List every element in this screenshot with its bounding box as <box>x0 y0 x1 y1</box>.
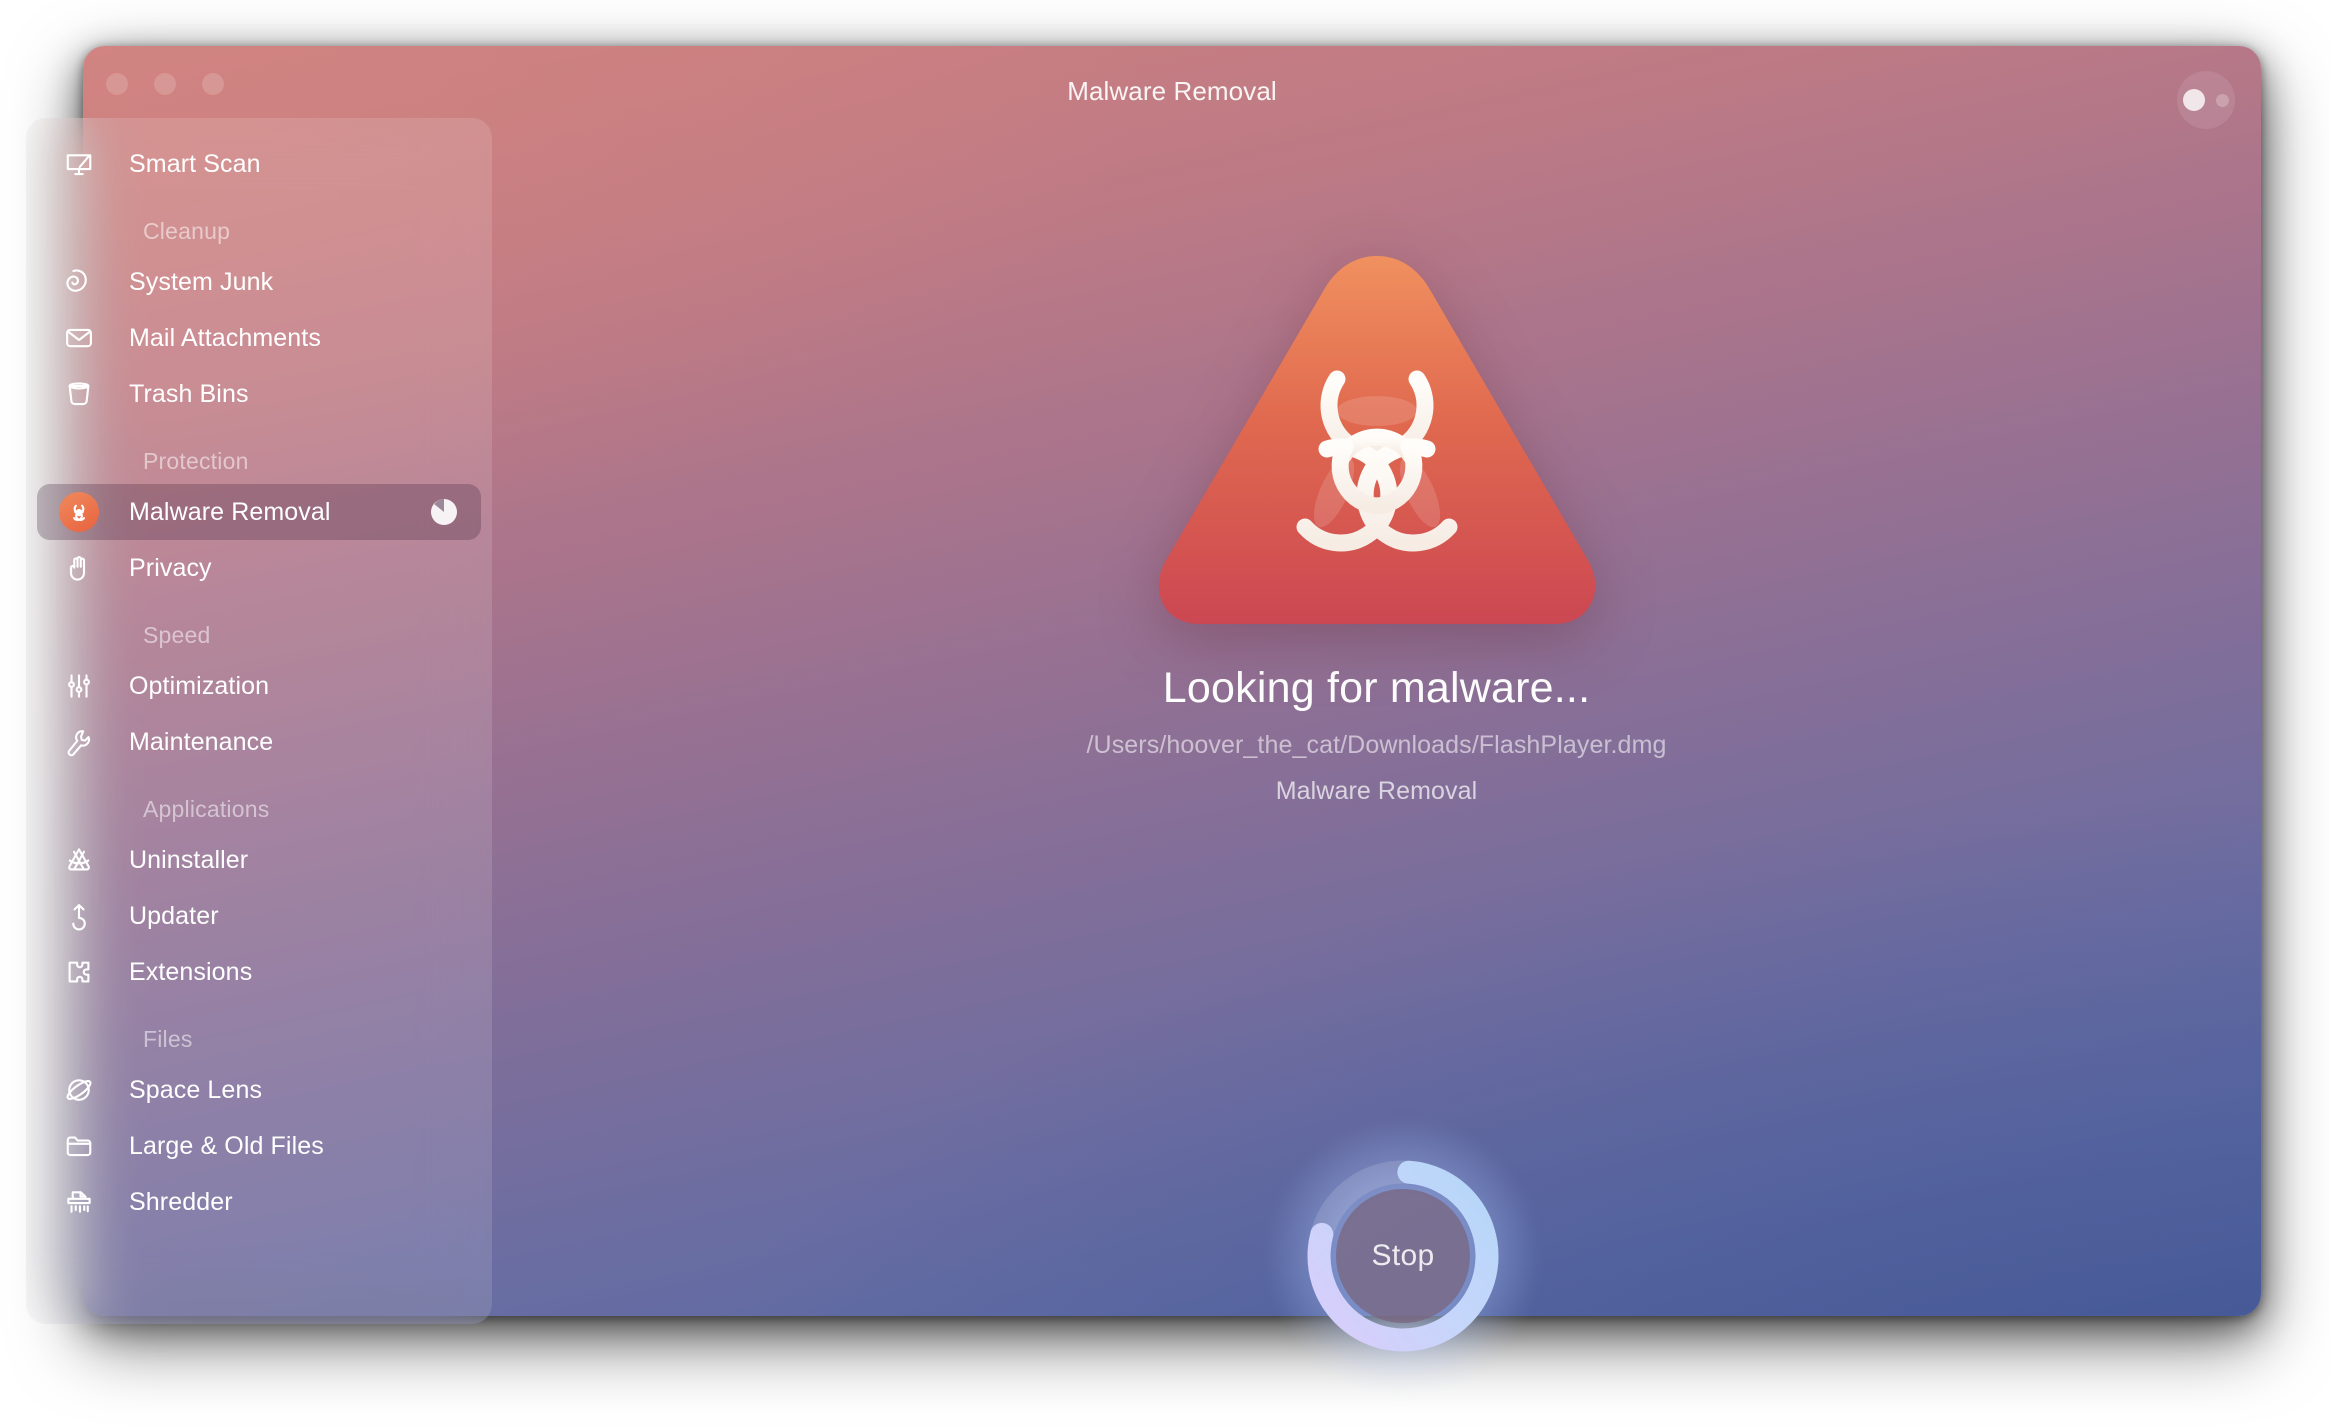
sidebar-item-label: Shredder <box>129 1187 233 1216</box>
sidebar-item-shredder[interactable]: Shredder <box>37 1174 481 1230</box>
sidebar-item-label: Malware Removal <box>129 497 331 526</box>
sidebar-item-label: Uninstaller <box>129 845 249 874</box>
shredder-icon <box>57 1180 101 1224</box>
sidebar-item-label: Privacy <box>129 553 212 582</box>
stop-scan-button[interactable]: Stop <box>1267 1120 1539 1392</box>
more-options-button[interactable] <box>2177 71 2235 129</box>
sidebar-item-optimization[interactable]: Optimization <box>37 658 481 714</box>
sidebar-item-privacy[interactable]: Privacy <box>37 540 481 596</box>
sidebar-item-large-old-files[interactable]: Large & Old Files <box>37 1118 481 1174</box>
stop-button-label: Stop <box>1371 1239 1435 1272</box>
sidebar-item-label: Maintenance <box>129 727 274 756</box>
crumpled-paper-icon <box>57 260 101 304</box>
scan-current-path: /Users/hoover_the_cat/Downloads/FlashPla… <box>1086 731 1667 759</box>
sidebar-item-uninstaller[interactable]: Uninstaller <box>37 832 481 888</box>
update-arrow-icon <box>57 894 101 938</box>
sidebar-item-label: Trash Bins <box>129 379 249 408</box>
sidebar-group-header: Files <box>143 1026 193 1052</box>
biohazard-badge <box>59 492 99 532</box>
planet-icon <box>57 1068 101 1112</box>
sidebar-item-label: Updater <box>129 901 219 930</box>
sidebar-item-smart-scan[interactable]: Smart Scan <box>37 136 481 192</box>
biohazard-warning-triangle-icon <box>1137 244 1617 636</box>
scan-module-label: Malware Removal <box>1275 777 1478 805</box>
sidebar-item-label: System Junk <box>129 267 274 296</box>
sidebar-group-header: Protection <box>143 448 249 474</box>
sidebar-item-label: Large & Old Files <box>129 1131 324 1160</box>
sidebar-item-space-lens[interactable]: Space Lens <box>37 1062 481 1118</box>
wrench-icon <box>57 720 101 764</box>
sidebar-group-header: Cleanup <box>143 218 231 244</box>
page-title: Malware Removal <box>1067 76 1277 106</box>
stop-button-core[interactable]: Stop <box>1336 1189 1470 1323</box>
sliders-icon <box>57 664 101 708</box>
trash-bin-icon <box>57 372 101 416</box>
more-dot-small-icon <box>2216 93 2229 107</box>
sidebar-item-label: Smart Scan <box>129 149 261 178</box>
sidebar-item-label: Extensions <box>129 957 253 986</box>
sidebar-item-label: Space Lens <box>129 1075 263 1104</box>
folder-icon <box>57 1124 101 1168</box>
sidebar-item-mail-attachments[interactable]: Mail Attachments <box>37 310 481 366</box>
sidebar-item-updater[interactable]: Updater <box>37 888 481 944</box>
sidebar-item-label: Mail Attachments <box>129 323 321 352</box>
puzzle-piece-icon <box>57 950 101 994</box>
hand-icon <box>57 546 101 590</box>
sidebar-item-maintenance[interactable]: Maintenance <box>37 714 481 770</box>
sidebar-item-malware-removal[interactable]: Malware Removal <box>37 484 481 540</box>
title-bar: Malware Removal <box>83 46 2261 129</box>
biohazard-icon <box>57 490 101 534</box>
sidebar-item-trash-bins[interactable]: Trash Bins <box>37 366 481 422</box>
more-dot-large-icon <box>2183 89 2205 111</box>
sidebar-item-system-junk[interactable]: System Junk <box>37 254 481 310</box>
app-window: Malware Removal Smart Scan Cleanup System … <box>26 46 2261 1324</box>
sidebar-item-label: Optimization <box>129 671 270 700</box>
sidebar-item-extensions[interactable]: Extensions <box>37 944 481 1000</box>
sidebar: Smart Scan Cleanup System Junk Mail Attachm… <box>26 118 492 1324</box>
screen: Malware Removal Smart Scan Cleanup System … <box>0 0 2330 1428</box>
scan-progress-pie-icon <box>429 497 459 527</box>
scan-status-title: Looking for malware... <box>1162 664 1591 712</box>
sidebar-group-header: Speed <box>143 622 211 648</box>
app-bundle-icon <box>57 838 101 882</box>
sidebar-group-header: Applications <box>143 796 270 822</box>
display-icon <box>57 142 101 186</box>
envelope-icon <box>57 316 101 360</box>
